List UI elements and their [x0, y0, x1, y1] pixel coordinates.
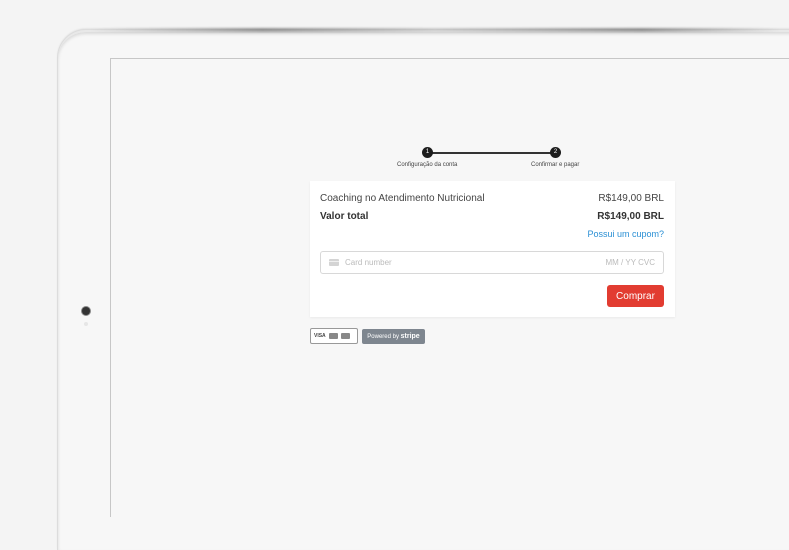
card-brands-badge: VISA: [310, 328, 358, 344]
stripe-logo: stripe: [400, 333, 420, 340]
powered-by-stripe-badge[interactable]: Powered by stripe: [362, 329, 425, 344]
coupon-link[interactable]: Possui um cupom?: [587, 229, 664, 239]
sensor-dot: [84, 322, 88, 326]
buy-button[interactable]: Comprar: [607, 285, 664, 307]
payment-badges: VISA Powered by stripe: [310, 328, 425, 344]
visa-logo: VISA: [314, 333, 326, 339]
item-name: Coaching no Atendimento Nutricional: [320, 193, 485, 204]
step-2-label: Confirmar e pagar: [531, 162, 580, 168]
step-2-indicator: 2: [550, 147, 561, 158]
order-summary-card: Coaching no Atendimento Nutricional R$14…: [310, 181, 675, 317]
credit-card-icon: [329, 259, 339, 266]
step-1-label: Configuração da conta: [397, 162, 458, 168]
amex-icon: [340, 333, 350, 339]
expiry-cvc-placeholder: MM / YY CVC: [605, 258, 656, 267]
item-price: R$149,00 BRL: [598, 193, 664, 204]
card-number-field[interactable]: Card number MM / YY CVC: [320, 251, 664, 274]
powered-by-text: Powered by: [367, 334, 399, 340]
total-label: Valor total: [320, 211, 369, 222]
mastercard-icon: [328, 333, 338, 339]
total-price: R$149,00 BRL: [597, 211, 664, 222]
step-1-indicator: 1: [422, 147, 433, 158]
checkout-stepper: 1 2 Configuração da conta Confirmar e pa…: [397, 146, 589, 170]
order-item-row: Coaching no Atendimento Nutricional R$14…: [320, 193, 664, 204]
tablet-top-shadow: [90, 28, 780, 32]
stepper-line: [428, 152, 556, 154]
card-number-placeholder: Card number: [345, 258, 392, 267]
order-total-row: Valor total R$149,00 BRL: [320, 211, 664, 222]
camera-icon: [82, 307, 90, 315]
